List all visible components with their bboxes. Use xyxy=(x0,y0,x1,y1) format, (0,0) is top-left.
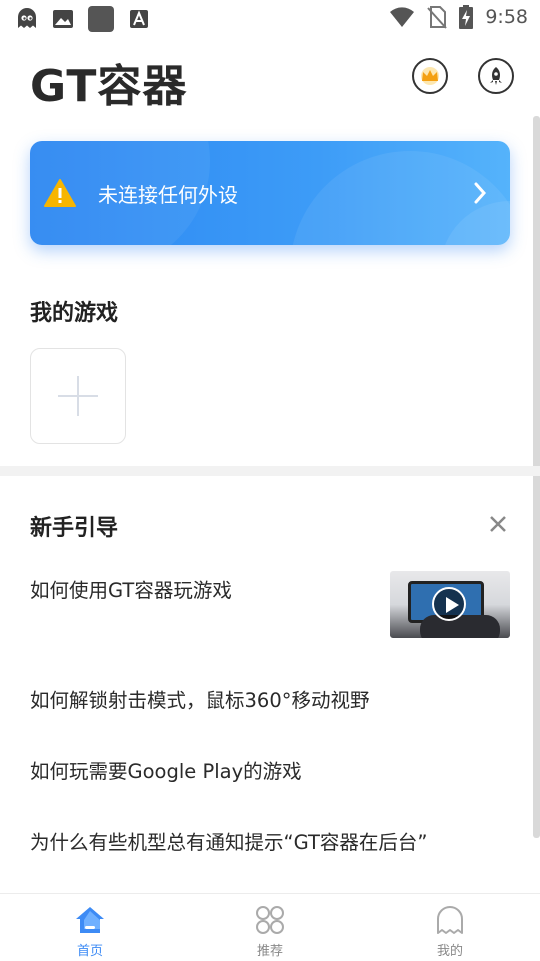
no-sim-icon xyxy=(427,6,448,29)
font-icon xyxy=(130,10,148,28)
video-thumbnail[interactable] xyxy=(390,571,510,638)
guide-item[interactable]: 如何玩需要Google Play的游戏 xyxy=(30,755,302,784)
nav-label: 推荐 xyxy=(256,944,283,959)
square-icon xyxy=(88,6,114,32)
banner-text: 未连接任何外设 xyxy=(98,183,238,207)
plus-icon xyxy=(58,376,98,416)
nav-recommend[interactable]: 推荐 xyxy=(180,894,360,961)
rocket-icon xyxy=(490,67,502,85)
nav-home[interactable]: 首页 xyxy=(0,894,180,961)
home-icon xyxy=(76,907,104,933)
my-games-title: 我的游戏 xyxy=(30,301,119,326)
nav-profile[interactable]: 我的 xyxy=(360,894,540,961)
vip-button[interactable] xyxy=(412,58,448,94)
chevron-right-icon xyxy=(474,182,487,204)
section-divider xyxy=(0,466,540,476)
status-bar-left xyxy=(16,6,150,32)
ghost-icon xyxy=(18,8,36,28)
status-time: 9:58 xyxy=(485,6,528,28)
scrollbar[interactable] xyxy=(533,116,540,838)
image-icon xyxy=(53,10,73,28)
status-bar-right: 9:58 xyxy=(389,5,528,29)
guide-title: 新手引导 xyxy=(30,516,119,541)
warning-icon xyxy=(44,179,76,207)
wifi-icon xyxy=(390,7,415,27)
nav-label: 首页 xyxy=(76,944,103,959)
crown-icon xyxy=(421,67,439,85)
nav-label: 我的 xyxy=(436,944,463,959)
ghost-profile-icon xyxy=(437,906,463,934)
guide-item[interactable]: 为什么有些机型总有通知提示“GT容器在后台” xyxy=(30,826,428,855)
grid-icon xyxy=(256,906,284,934)
battery-charging-icon xyxy=(459,5,474,29)
guide-item[interactable]: 如何使用GT容器玩游戏 xyxy=(30,574,232,603)
peripheral-banner[interactable]: 未连接任何外设 xyxy=(30,141,510,245)
bottom-nav: 首页 推荐 我的 xyxy=(0,893,540,961)
app-header: GT容器 xyxy=(0,36,540,116)
play-icon xyxy=(432,587,466,621)
page-title: GT容器 xyxy=(30,61,188,112)
boost-button[interactable] xyxy=(478,58,514,94)
close-icon[interactable] xyxy=(488,514,508,534)
guide-item[interactable]: 如何解锁射击模式，鼠标360°移动视野 xyxy=(30,684,369,713)
status-bar: 9:58 xyxy=(0,0,540,36)
add-game-button[interactable] xyxy=(30,348,126,444)
